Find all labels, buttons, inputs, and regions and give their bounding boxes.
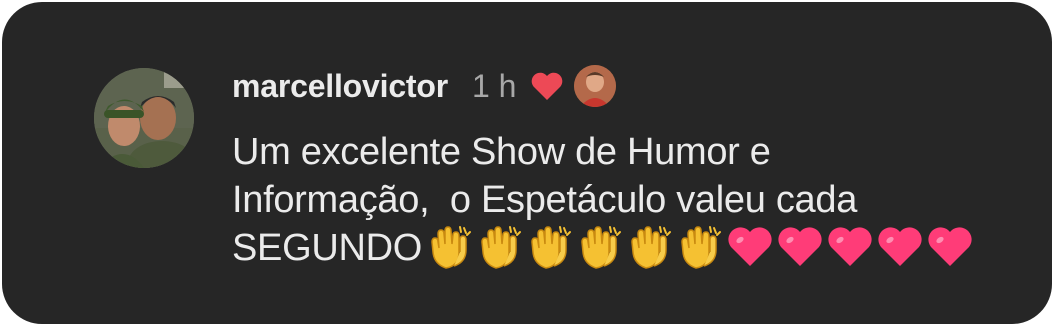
comment-header: marcellovictor 1 h	[232, 62, 617, 110]
pink-heart-icon	[726, 224, 774, 270]
comment-line-3: SEGUNDO	[232, 227, 423, 269]
author-avatar	[574, 65, 617, 107]
emoji-row	[426, 224, 976, 270]
avatar-photo	[94, 68, 194, 168]
pink-heart-icon	[876, 224, 924, 270]
clapping-hands-icon	[426, 224, 474, 270]
comment-line-2: Informação, o Espetáculo valeu cada	[232, 179, 858, 221]
comment-line-1: Um excelente Show de Humor e	[232, 131, 771, 173]
clapping-hands-icon	[476, 224, 524, 270]
clapping-hands-icon	[626, 224, 674, 270]
user-avatar[interactable]	[94, 68, 194, 168]
clapping-hands-icon	[576, 224, 624, 270]
clapping-hands-icon	[526, 224, 574, 270]
pink-heart-icon	[926, 224, 974, 270]
comment-text: Um excelente Show de Humor e Informação,…	[232, 128, 1032, 272]
clapping-hands-icon	[676, 224, 724, 270]
pink-heart-icon	[826, 224, 874, 270]
liked-heart-icon	[530, 71, 564, 101]
timestamp: 1 h	[471, 67, 517, 104]
pink-heart-icon	[776, 224, 824, 270]
comment-card: marcellovictor 1 h Um excelente Show de …	[2, 2, 1052, 324]
username[interactable]: marcellovictor	[232, 68, 448, 105]
